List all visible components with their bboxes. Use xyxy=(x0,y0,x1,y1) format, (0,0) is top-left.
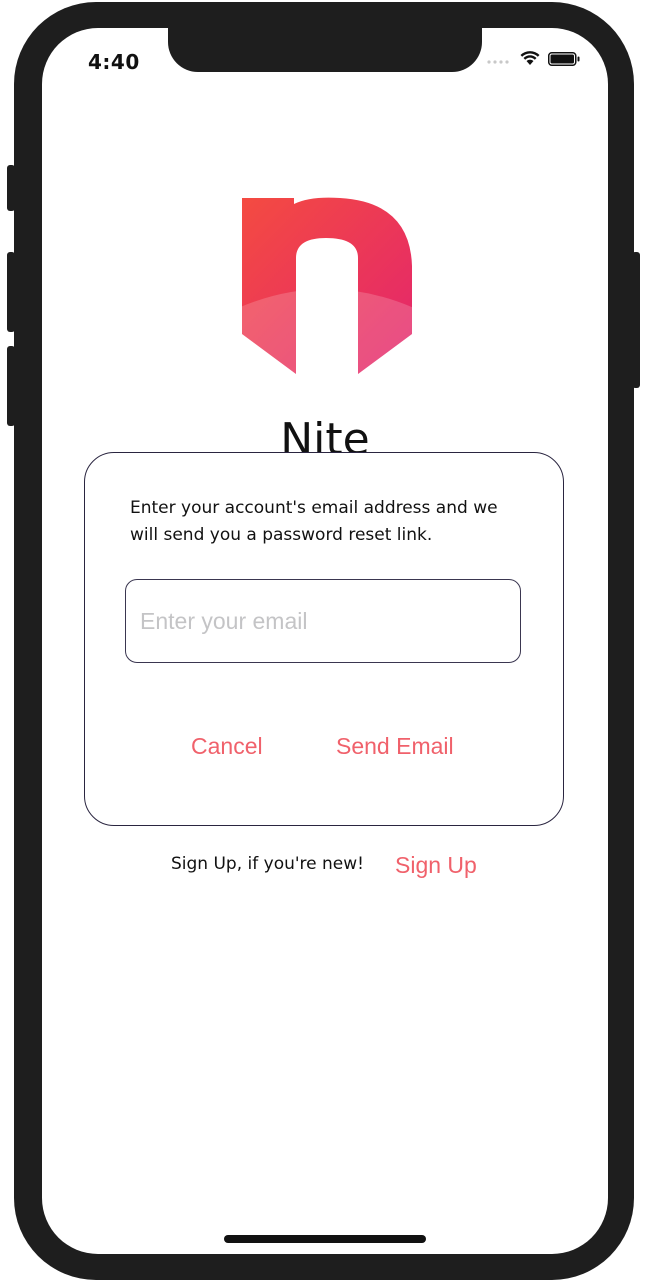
sign-up-button[interactable]: Sign Up xyxy=(395,852,477,879)
cancel-button[interactable]: Cancel xyxy=(191,733,263,760)
dialog-message: Enter your account's email address and w… xyxy=(130,498,498,545)
notch xyxy=(168,28,482,72)
power-button xyxy=(632,252,640,388)
screen: 4:40 Nite Enter your account's email add… xyxy=(42,28,608,1254)
mute-switch xyxy=(7,165,15,211)
volume-up-button xyxy=(7,252,15,332)
signup-prompt: Sign Up, if you're new! xyxy=(171,854,364,874)
wifi-icon xyxy=(520,50,540,70)
battery-icon xyxy=(548,51,580,70)
status-time: 4:40 xyxy=(88,50,140,74)
signal-icon xyxy=(486,51,512,70)
home-indicator[interactable] xyxy=(224,1235,426,1243)
nite-logo-icon xyxy=(238,196,414,376)
volume-down-button xyxy=(7,346,15,426)
status-icons xyxy=(486,50,580,70)
send-email-button[interactable]: Send Email xyxy=(336,733,454,760)
password-reset-dialog: Enter your account's email address and w… xyxy=(84,452,564,826)
email-input[interactable] xyxy=(125,579,521,663)
